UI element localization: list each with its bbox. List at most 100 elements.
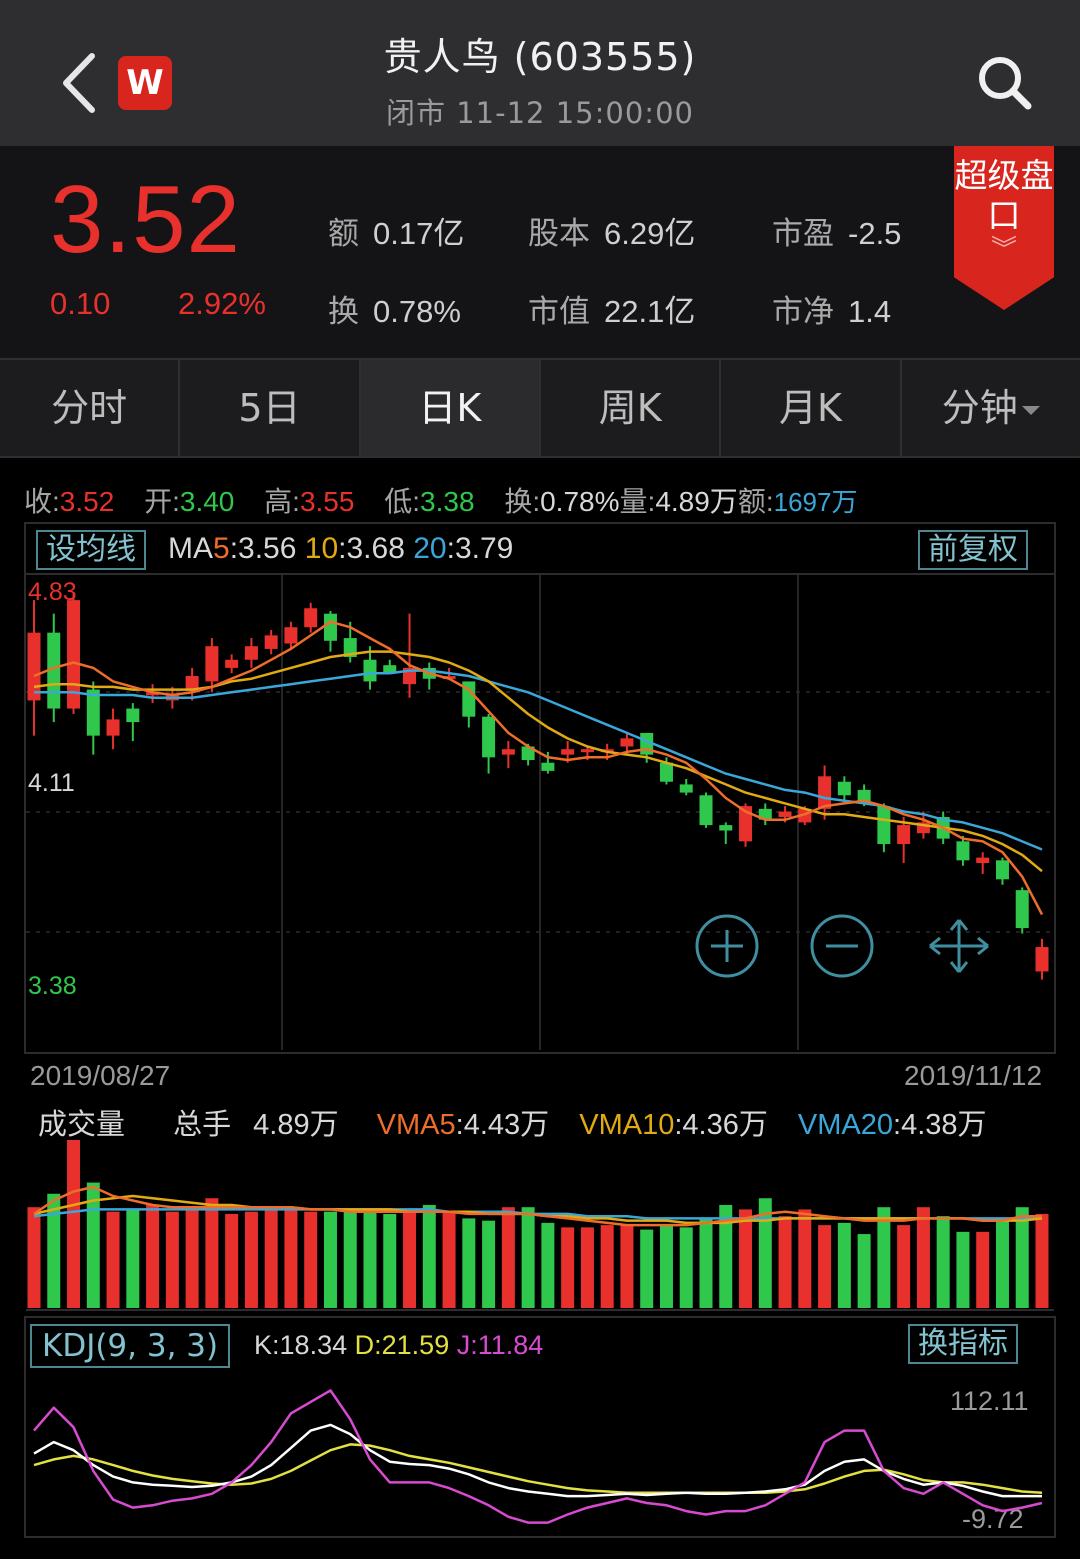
- vma10-label: VMA10: [579, 1109, 675, 1141]
- volume-bar: [521, 1207, 535, 1308]
- tab-daily-k[interactable]: 日K: [360, 360, 541, 456]
- period-tabs: 分时 5日 日K 周K 月K 分钟: [0, 358, 1080, 458]
- volume-value: 4.89万: [655, 486, 738, 517]
- stat-share-capital: 股本 6.29亿: [528, 208, 695, 253]
- ma10-value: 3.68: [346, 532, 405, 565]
- stat-value: 1.4: [848, 294, 892, 329]
- volume-bar: [837, 1222, 851, 1308]
- kdj-legend: K:18.34 D:21.59 J:11.84: [254, 1330, 544, 1360]
- volume-bar: [620, 1225, 634, 1308]
- volume-bar: [916, 1207, 930, 1308]
- high-value: 3.55: [299, 486, 355, 517]
- vma10-value: 4.36万: [682, 1109, 768, 1141]
- vma20-value: 4.38万: [901, 1109, 987, 1141]
- switch-indicator-button[interactable]: 换指标: [908, 1324, 1018, 1364]
- tab-monthly-k[interactable]: 月K: [721, 360, 902, 456]
- kdj-axis-top: 112.11: [950, 1386, 1029, 1416]
- volume-bar: [146, 1204, 160, 1308]
- j-label: J: [456, 1330, 471, 1360]
- price-axis-top: 4.83: [28, 578, 77, 606]
- volume-bar: [205, 1198, 219, 1308]
- tab-minute-label: 分钟: [941, 386, 1018, 430]
- volume-bar: [995, 1220, 1009, 1308]
- volume-bar: [264, 1209, 278, 1308]
- k-value: 18.34: [279, 1330, 348, 1360]
- tab-intraday[interactable]: 分时: [0, 360, 181, 456]
- volume-bar: [1015, 1207, 1029, 1308]
- amount-value: 1697万: [773, 487, 858, 517]
- volume-bar: [284, 1209, 298, 1308]
- search-icon[interactable]: [976, 54, 1034, 112]
- volume-bar: [86, 1182, 100, 1308]
- stat-market-cap: 市值 22.1亿: [528, 286, 695, 331]
- volume-bar: [857, 1234, 871, 1308]
- stat-turnover: 换 0.78%: [328, 286, 461, 331]
- volume-bar: [561, 1227, 575, 1308]
- ma5-value: 3.56: [238, 532, 297, 565]
- volume-bar: [640, 1229, 654, 1308]
- stat-value: 22.1亿: [604, 294, 696, 329]
- volume-bar: [47, 1193, 61, 1308]
- ma10-key: 10: [304, 532, 339, 565]
- super-panel-label: 超级盘口: [954, 156, 1054, 235]
- volume-bar: [600, 1225, 614, 1308]
- volume-bar: [323, 1211, 337, 1308]
- tab-weekly-k[interactable]: 周K: [541, 360, 722, 456]
- super-panel-button[interactable]: 超级盘口 ︾: [954, 146, 1054, 310]
- volume-total-label: 总手: [173, 1109, 232, 1141]
- volume-bar: [659, 1225, 673, 1308]
- ma-legend: MA5:3.56 10:3.68 20:3.79: [168, 532, 514, 565]
- date-end: 2019/11/12: [904, 1060, 1043, 1091]
- volume-bar: [343, 1211, 357, 1308]
- price-axis-bottom: 3.38: [28, 972, 77, 1000]
- open-value: 3.40: [179, 486, 235, 517]
- volume-bar: [165, 1211, 179, 1308]
- volume-label: 量: [619, 486, 648, 517]
- volume-bar: [699, 1218, 713, 1308]
- ohlc-summary: 收:3.52 开:3.40 高:3.55 低:3.38 换:0.78%量:4.8…: [24, 486, 858, 517]
- volume-bar: [442, 1211, 456, 1308]
- volume-bar: [225, 1213, 239, 1308]
- stat-label: 换: [328, 294, 359, 329]
- volume-bar: [27, 1207, 41, 1308]
- stat-pb: 市净 1.4: [772, 286, 891, 331]
- vma20-label: VMA20: [797, 1109, 894, 1141]
- close-value: 3.52: [59, 486, 115, 517]
- vma5-label: VMA5: [376, 1109, 456, 1141]
- tab-minute[interactable]: 分钟: [902, 360, 1080, 456]
- volume-bar: [541, 1222, 555, 1308]
- ma5-key: 5: [213, 532, 230, 565]
- kline-panel[interactable]: [24, 522, 1056, 1054]
- volume-bar: [679, 1227, 693, 1308]
- set-ma-button[interactable]: 设均线: [36, 530, 146, 570]
- volume-bar: [580, 1227, 594, 1308]
- current-price: 3.52: [50, 166, 241, 273]
- volume-bar: [185, 1207, 199, 1308]
- stat-pe: 市盈 -2.5: [772, 208, 901, 253]
- tab-5day[interactable]: 5日: [180, 360, 361, 456]
- volume-legend: 成交量 总手 4.89万 VMA5:4.43万 VMA10:4.36万 VMA2…: [38, 1109, 987, 1141]
- volume-bar: [976, 1231, 990, 1308]
- amount-label: 额: [737, 486, 766, 517]
- volume-bar: [383, 1213, 397, 1308]
- adjust-button[interactable]: 前复权: [918, 530, 1028, 570]
- volume-bar: [778, 1216, 792, 1308]
- stat-label: 额: [328, 216, 359, 251]
- vma10-line: [33, 1194, 1043, 1225]
- turnover-value: 0.78%: [540, 486, 620, 517]
- stat-label: 市净: [772, 294, 834, 329]
- price-change-pct: 2.92%: [178, 286, 266, 321]
- volume-bar: [363, 1211, 377, 1308]
- ma-prefix: MA: [168, 532, 213, 565]
- market-status: 闭市 11-12 15:00:00: [386, 96, 694, 130]
- close-label: 收: [24, 486, 53, 517]
- volume-bar: [482, 1220, 496, 1308]
- kdj-params-button[interactable]: KDJ(9, 3, 3): [30, 1324, 231, 1368]
- volume-bar: [304, 1211, 318, 1308]
- volume-bar: [897, 1225, 911, 1308]
- volume-bar: [877, 1207, 891, 1308]
- ma20-value: 3.79: [454, 532, 514, 565]
- vma5-line: [33, 1185, 1042, 1227]
- volume-bar: [936, 1216, 950, 1308]
- high-label: 高: [264, 486, 293, 517]
